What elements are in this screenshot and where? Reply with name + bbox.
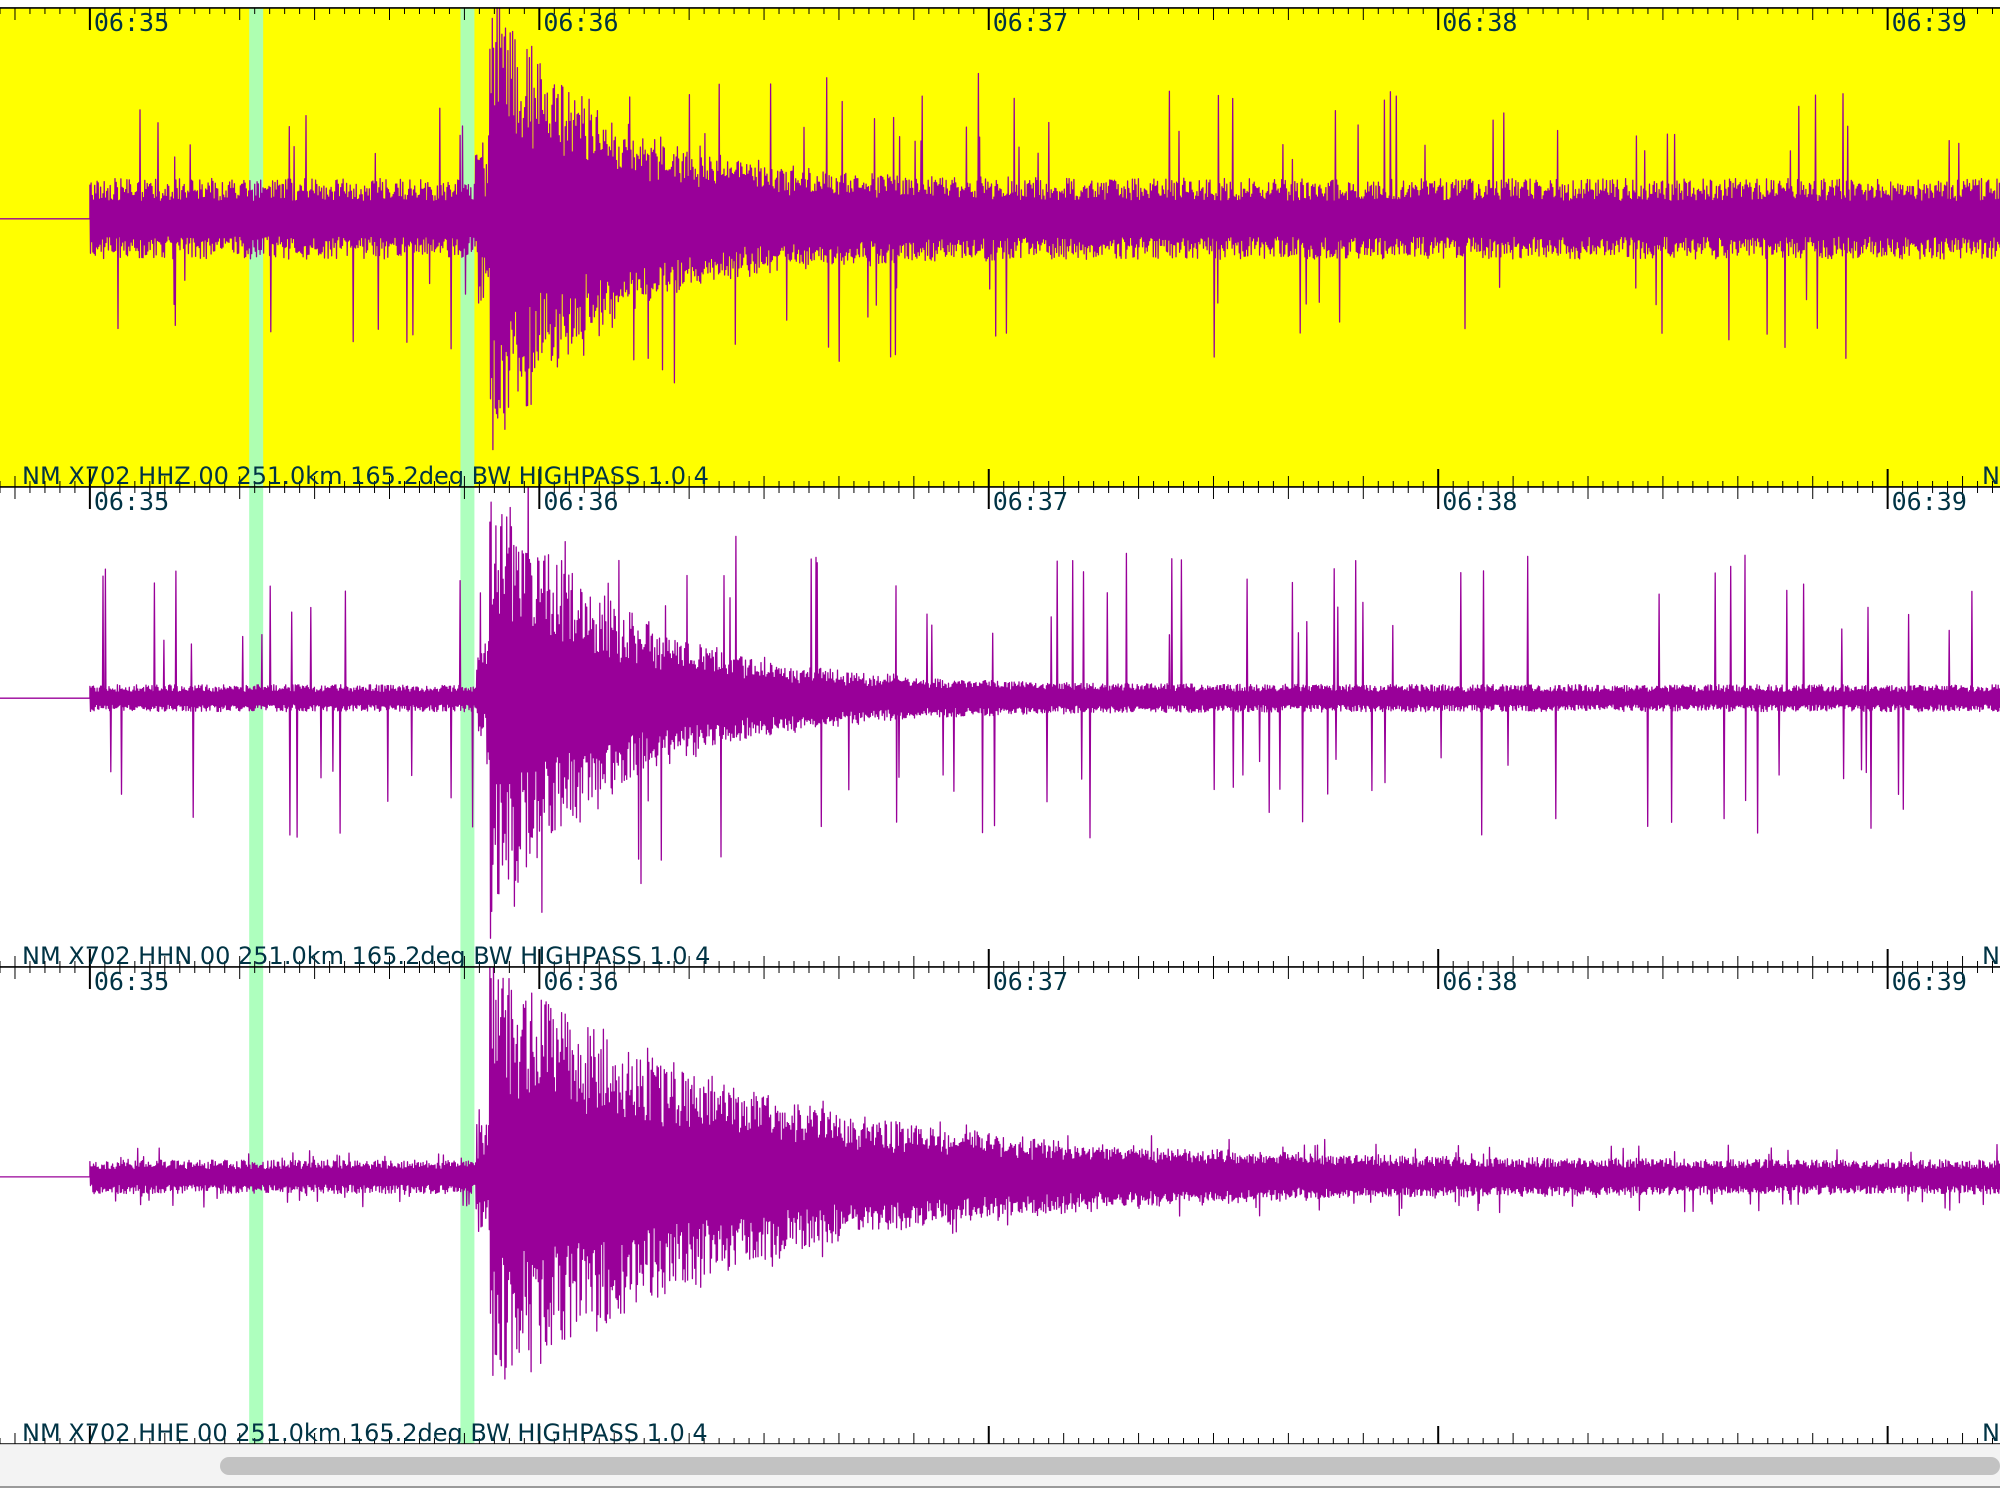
time-tick-label: 06:35 [94,8,169,37]
time-tick-label: 06:35 [94,487,169,516]
time-tick-label: 06:38 [1442,487,1517,516]
time-tick-label: 06:37 [993,487,1068,516]
pick-marker[interactable] [249,487,264,967]
time-tick-label: 06:37 [993,8,1068,37]
trace-label-clipped: N [1982,1419,2000,1444]
trace-label-clipped: N [1982,462,2000,490]
scrollbar-thumb[interactable] [220,1457,2000,1475]
pick-marker[interactable] [249,967,264,1444]
seismogram-viewer: 06:35 06:36 06:37 06:38 06:39 NM X702 HHZ 00 … [0,0,2000,1488]
trace-panel-1[interactable]: 06:35 06:36 06:37 06:38 06:39 NM X702 HHZ 00 … [0,0,2000,490]
seismogram-plot[interactable]: 06:35 06:36 06:37 06:38 06:39 NM X702 HHZ 00 … [0,0,2000,1444]
trace-label: NM X702 HHE 00 251.0km 165.2deg BW HIGHP… [22,1419,708,1444]
time-tick-label: 06:36 [543,8,618,37]
time-tick-label: 06:38 [1442,967,1517,996]
horizontal-scrollbar[interactable] [0,1444,2000,1488]
time-tick-label: 06:39 [1892,967,1967,996]
time-tick-label: 06:39 [1892,8,1967,37]
time-tick-label: 06:36 [543,487,618,516]
trace-label: NM X702 HHZ 00 251.0km 165.2deg BW HIGHP… [22,462,709,490]
panel-background [0,487,2000,967]
time-tick-label: 06:38 [1442,8,1517,37]
time-tick-label: 06:37 [993,967,1068,996]
time-tick-label: 06:39 [1892,487,1967,516]
time-tick-label: 06:36 [543,967,618,996]
trace-label: NM X702 HHN 00 251.0km 165.2deg BW HIGHP… [22,942,710,970]
time-tick-label: 06:35 [94,967,169,996]
trace-label-clipped: N [1982,942,2000,970]
trace-panel-3[interactable]: 06:35 06:36 06:37 06:38 06:39 NM X702 HHE 00 … [0,952,2000,1444]
trace-panel-2[interactable]: 06:35 06:36 06:37 06:38 06:39 NM X702 HHN 00 … [0,458,2000,970]
